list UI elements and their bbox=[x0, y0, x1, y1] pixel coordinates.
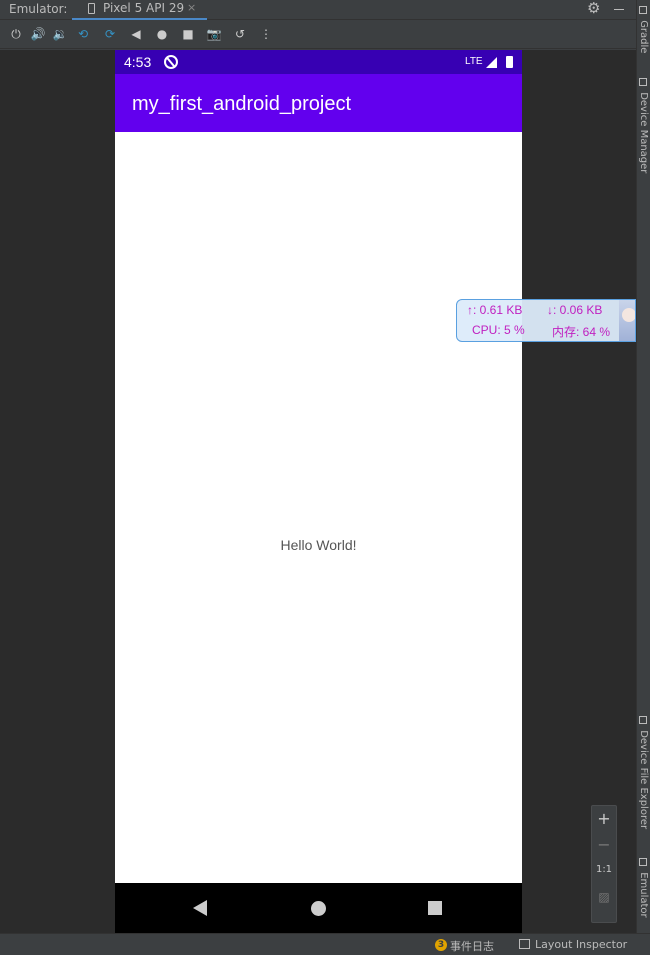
nav-home-icon[interactable] bbox=[311, 901, 326, 916]
device-file-explorer-tab[interactable]: Device File Explorer bbox=[638, 716, 649, 829]
upload-speed: ↑: 0.61 KB bbox=[467, 303, 523, 317]
volume-up-icon[interactable]: 🔊 bbox=[30, 26, 46, 42]
fit-screen-icon[interactable]: ▨ bbox=[592, 890, 616, 904]
device-screen[interactable]: 4:53 LTE my_first_android_project Hello … bbox=[115, 50, 522, 933]
power-icon[interactable]: ⏻ bbox=[8, 26, 24, 42]
right-tool-strip: Gradle Device Manager Device File Explor… bbox=[636, 0, 650, 933]
network-monitor-widget[interactable]: ↑: 0.61 KB ↓: 0.06 KB CPU: 5 % 内存: 64 % bbox=[456, 299, 636, 342]
gear-icon[interactable]: ⚙ bbox=[587, 0, 600, 17]
zoom-in-button[interactable]: + bbox=[592, 809, 616, 828]
emulator-icon bbox=[639, 858, 647, 866]
emulator-tool-label: Emulator bbox=[638, 872, 649, 918]
more-icon[interactable]: ⋮ bbox=[258, 26, 274, 42]
app-title: my_first_android_project bbox=[132, 93, 351, 115]
cpu-usage: CPU: 5 % bbox=[472, 323, 525, 337]
android-status-bar: 4:53 LTE bbox=[115, 50, 522, 74]
gradle-label: Gradle bbox=[638, 20, 649, 54]
minimize-icon[interactable] bbox=[614, 9, 624, 10]
overview-icon[interactable]: ■ bbox=[180, 26, 196, 42]
android-nav-bar bbox=[115, 883, 522, 933]
emulator-toolbar: ⏻ 🔊 🔉 ⟲ ⟳ ◀ ● ■ 📷 ↺ ⋮ bbox=[0, 21, 636, 49]
memory-usage: 内存: 64 % bbox=[552, 325, 611, 339]
zoom-one-to-one-button[interactable]: 1:1 bbox=[592, 864, 616, 875]
tab-pixel-5-api-29[interactable]: Pixel 5 API 29 × bbox=[72, 0, 207, 20]
event-log-button[interactable]: 事件日志 bbox=[450, 938, 494, 954]
snapshot-icon[interactable]: ↺ bbox=[232, 26, 248, 42]
tab-label: Pixel 5 API 29 bbox=[103, 1, 185, 15]
battery-icon bbox=[506, 56, 513, 68]
emulator-tool-tab[interactable]: Emulator bbox=[638, 858, 649, 918]
emulator-tab-bar: Emulator: Pixel 5 API 29 × ⚙ bbox=[0, 0, 636, 20]
do-not-disturb-icon bbox=[164, 55, 178, 69]
app-bar: my_first_android_project bbox=[115, 74, 522, 132]
device-manager-label: Device Manager bbox=[638, 92, 649, 174]
layout-inspector-button[interactable]: Layout Inspector bbox=[535, 938, 627, 951]
layout-inspector-icon bbox=[519, 939, 530, 949]
download-speed: ↓: 0.06 KB bbox=[547, 303, 603, 317]
status-time: 4:53 bbox=[124, 54, 152, 70]
gradle-tab[interactable]: Gradle bbox=[638, 6, 649, 53]
zoom-out-button[interactable]: − bbox=[592, 835, 616, 854]
nav-recents-icon[interactable] bbox=[428, 901, 442, 915]
device-file-explorer-icon bbox=[639, 716, 647, 724]
device-manager-icon bbox=[639, 78, 647, 86]
signal-icon bbox=[486, 57, 497, 68]
screenshot-icon[interactable]: 📷 bbox=[206, 26, 222, 42]
network-type: LTE bbox=[465, 56, 483, 67]
device-manager-tab[interactable]: Device Manager bbox=[638, 78, 649, 173]
nav-back-icon[interactable] bbox=[193, 900, 207, 916]
hello-text: Hello World! bbox=[280, 537, 357, 553]
back-icon[interactable]: ◀ bbox=[128, 26, 144, 42]
anime-avatar-icon bbox=[619, 300, 635, 341]
phone-icon bbox=[88, 3, 95, 14]
zoom-controls: + − 1:1 ▨ bbox=[591, 805, 617, 923]
close-icon[interactable]: × bbox=[187, 1, 196, 14]
gradle-icon bbox=[639, 6, 647, 14]
app-content: Hello World! bbox=[115, 132, 522, 883]
event-count-badge: 3 bbox=[435, 939, 447, 951]
volume-down-icon[interactable]: 🔉 bbox=[52, 26, 68, 42]
device-file-explorer-label: Device File Explorer bbox=[638, 730, 649, 830]
emulator-label: Emulator: bbox=[9, 2, 68, 16]
rotate-left-icon[interactable]: ⟲ bbox=[75, 26, 91, 42]
home-icon[interactable]: ● bbox=[154, 26, 170, 42]
rotate-right-icon[interactable]: ⟳ bbox=[102, 26, 118, 42]
bottom-status-bar: 3 事件日志 Layout Inspector bbox=[0, 933, 650, 955]
